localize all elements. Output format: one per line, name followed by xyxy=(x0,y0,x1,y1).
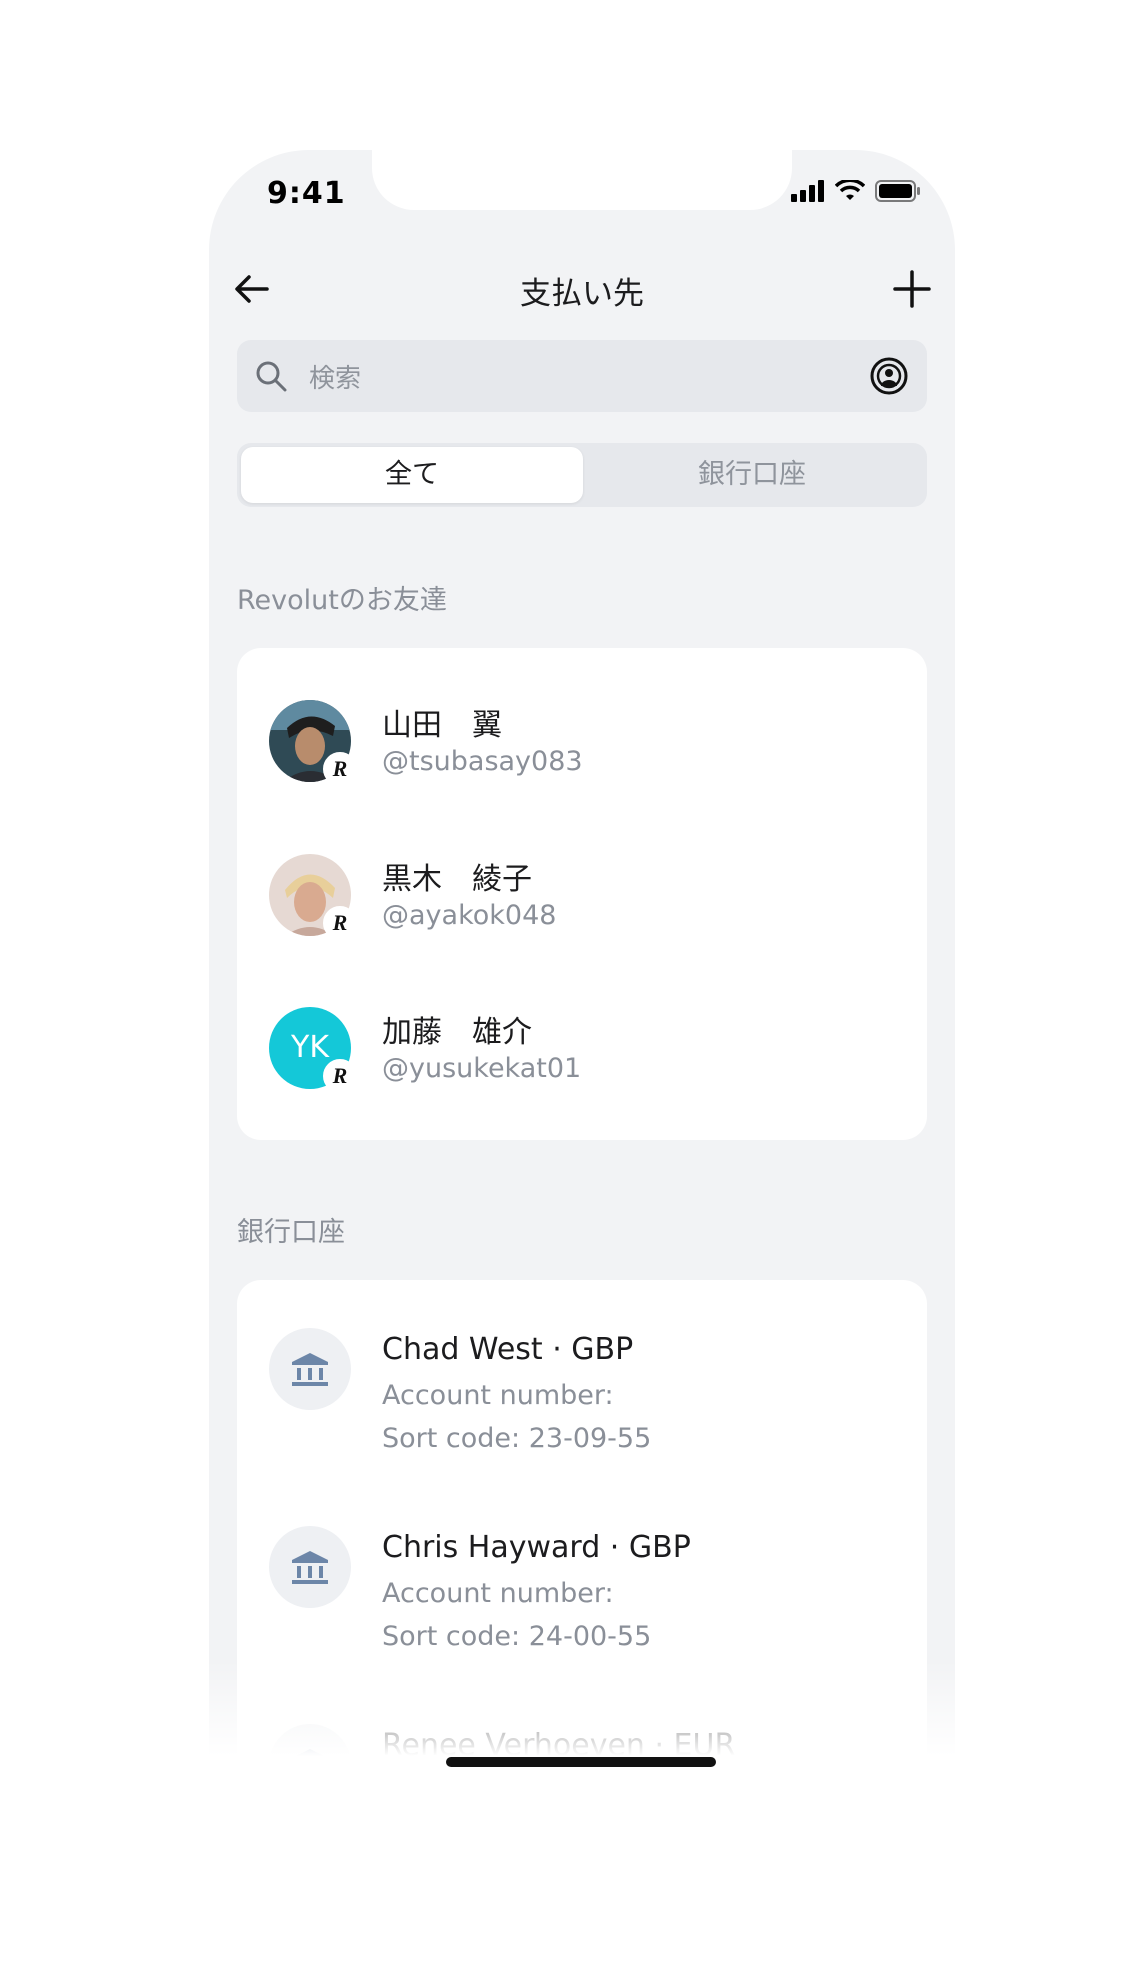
bank-icon-circle xyxy=(269,1526,351,1608)
wifi-icon xyxy=(835,180,865,200)
search-icon xyxy=(256,361,287,392)
signal-icon xyxy=(791,180,824,202)
sort-code: Sort code: 23-09-55 xyxy=(382,1423,652,1454)
list-item[interactable]: R 山田 翼 @tsubasay083 xyxy=(237,648,927,798)
list-item[interactable]: Chad West · GBP Account number: Sort cod… xyxy=(237,1280,927,1478)
bank-icon xyxy=(292,1749,328,1780)
bank-section-label: 銀行口座 xyxy=(237,1217,345,1248)
add-icon[interactable] xyxy=(889,266,935,312)
contact-scan-icon[interactable] xyxy=(869,356,909,396)
tab-all[interactable]: 全て xyxy=(241,447,583,503)
page-title: 支払い先 xyxy=(520,276,644,312)
revolut-badge: R xyxy=(323,752,357,786)
search-input[interactable]: 検索 xyxy=(309,358,361,395)
friend-name: 加藤 雄介 xyxy=(382,1015,532,1050)
list-item[interactable]: Chris Hayward · GBP Account number: Sort… xyxy=(237,1478,927,1676)
friends-card: R 山田 翼 @tsubasay083 R 黒木 綾子 @ayakok048 Y… xyxy=(237,648,927,1140)
battery-icon xyxy=(875,180,920,202)
account-number: Account number: xyxy=(382,1380,614,1411)
notch xyxy=(372,150,792,210)
tab-bank-accounts[interactable]: 銀行口座 xyxy=(581,447,923,503)
top-bar: 支払い先 xyxy=(209,254,955,324)
bank-icon xyxy=(292,1353,328,1386)
status-icons xyxy=(791,180,921,202)
avatar: YK R xyxy=(269,1007,357,1093)
revolut-badge: R xyxy=(323,1059,357,1093)
account-name: Chris Hayward · GBP xyxy=(382,1530,691,1565)
segmented-control: 全て 銀行口座 xyxy=(237,443,927,507)
friends-section-label: Revolutのお友達 xyxy=(237,585,447,616)
account-number: Account number: xyxy=(382,1578,614,1609)
sort-code: Sort code: 24-00-55 xyxy=(382,1621,652,1652)
friend-handle: @tsubasay083 xyxy=(382,746,583,777)
list-item[interactable]: R 黒木 綾子 @ayakok048 xyxy=(237,802,927,952)
friend-name: 山田 翼 xyxy=(382,708,502,743)
friend-handle: @ayakok048 xyxy=(382,900,557,931)
account-name: Chad West · GBP xyxy=(382,1332,634,1367)
avatar: R xyxy=(269,854,357,940)
list-item[interactable]: YK R 加藤 雄介 @yusukekat01 xyxy=(237,955,927,1105)
friend-handle: @yusukekat01 xyxy=(382,1053,582,1084)
status-time: 9:41 xyxy=(267,176,346,211)
avatar: R xyxy=(269,700,357,786)
bank-icon-circle xyxy=(269,1724,351,1780)
bank-accounts-card: Chad West · GBP Account number: Sort cod… xyxy=(237,1280,927,1780)
home-indicator[interactable] xyxy=(446,1757,716,1767)
friend-name: 黒木 綾子 xyxy=(382,862,532,897)
search-bar[interactable]: 検索 xyxy=(237,340,927,412)
bank-icon xyxy=(292,1551,328,1584)
phone-screen: 9:41 支払い先 検索 全て 銀行口座 Revolutのお友達 R 山田 翼 … xyxy=(209,150,955,1780)
revolut-badge: R xyxy=(323,906,357,940)
bank-icon-circle xyxy=(269,1328,351,1410)
